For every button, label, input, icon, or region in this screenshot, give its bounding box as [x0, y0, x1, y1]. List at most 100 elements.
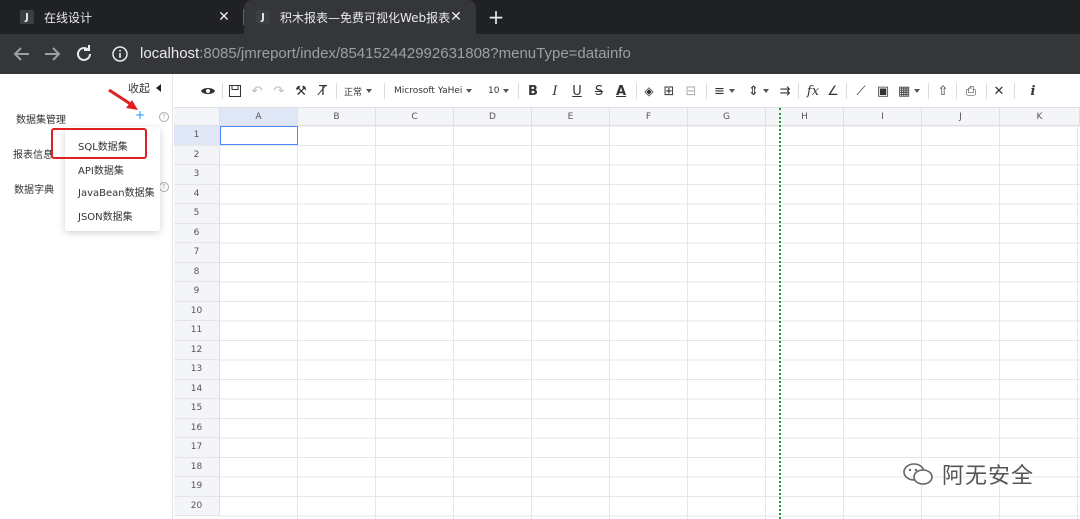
eye-icon[interactable] [200, 82, 216, 100]
menu-item-javabean-dataset[interactable]: JavaBean数据集 [78, 184, 155, 199]
row-header[interactable]: 7 [174, 243, 220, 263]
column-header[interactable]: C [376, 108, 454, 126]
back-arrow-icon[interactable] [10, 42, 34, 66]
row-header[interactable]: 15 [174, 399, 220, 419]
column-header[interactable]: E [532, 108, 610, 126]
merge-icon[interactable]: ⊟ [684, 82, 698, 100]
browser-nav-bar: localhost:8085/jmreport/index/8541524429… [0, 34, 1080, 74]
sidebar-item-dataset-management[interactable]: 数据集管理 [16, 111, 66, 126]
align-select[interactable]: ≡ [714, 82, 735, 100]
column-header[interactable]: J [922, 108, 1000, 126]
toolbar-divider [336, 83, 337, 99]
upload-icon[interactable]: ⇧ [936, 82, 950, 100]
redo-icon[interactable]: ↷ [272, 82, 286, 100]
row-header[interactable]: 2 [174, 145, 220, 165]
favicon-icon: J [256, 10, 270, 24]
browser-tab-bar: J 在线设计 ✕ J 积木报表—免费可视化Web报表 ✕ + [0, 0, 1080, 34]
close-tab-icon[interactable]: ✕ [448, 9, 464, 25]
formula-icon[interactable]: fx [806, 82, 820, 100]
row-header[interactable]: 14 [174, 379, 220, 399]
close-tab-icon[interactable]: ✕ [216, 9, 232, 25]
row-header[interactable]: 16 [174, 418, 220, 438]
info-icon[interactable]: i [1026, 82, 1040, 100]
border-icon[interactable]: ⊞ [662, 82, 676, 100]
toolbar-divider [956, 83, 957, 99]
column-header[interactable]: I [844, 108, 922, 126]
column-header[interactable]: B [298, 108, 376, 126]
help-icon[interactable]: ? [159, 112, 169, 122]
font-family-value: Microsoft YaHei [394, 86, 463, 96]
menu-item-api-dataset[interactable]: API数据集 [78, 162, 124, 177]
qrcode-select[interactable]: ▦ [898, 82, 921, 100]
selected-cell[interactable] [220, 126, 298, 145]
fill-color-icon[interactable]: ◈ [642, 82, 656, 100]
chevron-down-icon [728, 89, 735, 93]
row-header[interactable]: 12 [174, 340, 220, 360]
red-arrow-icon [108, 88, 138, 110]
paint-format-icon[interactable]: ⚒ [294, 82, 308, 100]
row-header[interactable]: 11 [174, 321, 220, 341]
site-info-icon[interactable] [112, 46, 128, 62]
tab-title: 在线设计 [44, 10, 93, 25]
column-header[interactable]: A [220, 108, 298, 126]
row-header[interactable]: 17 [174, 438, 220, 458]
row-header[interactable]: 8 [174, 262, 220, 282]
row-header[interactable]: 20 [174, 496, 220, 516]
format-select[interactable]: 正常 [344, 82, 373, 100]
row-header[interactable]: 13 [174, 360, 220, 380]
row-header[interactable]: 3 [174, 165, 220, 185]
font-size-select[interactable]: 10 [488, 82, 510, 100]
toolbar-divider [518, 83, 519, 99]
new-tab-icon[interactable]: + [484, 5, 508, 29]
chart-icon[interactable]: ⟋ [854, 82, 868, 100]
save-icon[interactable] [228, 82, 242, 100]
font-family-select[interactable]: Microsoft YaHei [394, 82, 473, 100]
toolbar-divider [798, 83, 799, 99]
favicon-icon: J [20, 10, 34, 24]
bold-icon[interactable]: B [526, 82, 540, 100]
undo-icon[interactable]: ↶ [250, 82, 264, 100]
forward-arrow-icon[interactable] [40, 42, 64, 66]
row-header[interactable]: 4 [174, 184, 220, 204]
toolbar-divider [706, 83, 707, 99]
row-header[interactable]: 19 [174, 477, 220, 497]
address-bar[interactable]: localhost:8085/jmreport/index/8541524429… [140, 45, 631, 62]
font-color-icon[interactable]: A [614, 82, 628, 100]
row-header[interactable]: 10 [174, 301, 220, 321]
strike-icon[interactable]: S [592, 82, 606, 100]
print-icon[interactable]: ⎙ [964, 82, 978, 100]
underline-icon[interactable]: U [570, 82, 584, 100]
menu-item-json-dataset[interactable]: JSON数据集 [78, 208, 133, 223]
sum-icon[interactable]: ∠ [826, 82, 840, 100]
wrap-icon[interactable]: ⇉ [778, 82, 792, 100]
toolbar-divider [636, 83, 637, 99]
column-header[interactable]: G [688, 108, 766, 126]
column-header[interactable]: D [454, 108, 532, 126]
help-icon[interactable]: ? [159, 182, 169, 192]
sidebar-item-data-dictionary[interactable]: 数据字典 [14, 181, 54, 196]
url-host: localhost [140, 45, 200, 62]
page-break-line [779, 108, 781, 519]
column-header[interactable]: K [1000, 108, 1080, 126]
close-icon[interactable]: ✕ [992, 82, 1006, 100]
sidebar-item-report-info[interactable]: 报表信息 [13, 146, 53, 161]
valign-select[interactable]: ⇕ [748, 82, 769, 100]
image-icon[interactable]: ▣ [876, 82, 890, 100]
browser-tab-report[interactable]: J 积木报表—免费可视化Web报表 ✕ [244, 0, 476, 34]
grid-corner[interactable] [174, 108, 220, 126]
row-header[interactable]: 9 [174, 282, 220, 302]
browser-tab-design[interactable]: J 在线设计 ✕ [0, 0, 244, 34]
row-header[interactable]: 18 [174, 457, 220, 477]
clear-format-icon[interactable]: T̸ [316, 82, 330, 100]
watermark-text: 阿无安全 [942, 464, 1035, 489]
column-header[interactable]: H [766, 108, 844, 126]
caret-left-icon [156, 84, 161, 92]
toolbar-divider [1014, 83, 1015, 99]
italic-icon[interactable]: I [548, 82, 562, 100]
row-header[interactable]: 1 [174, 126, 220, 146]
toolbar-divider [928, 83, 929, 99]
reload-icon[interactable] [72, 42, 96, 66]
row-header[interactable]: 6 [174, 223, 220, 243]
column-header[interactable]: F [610, 108, 688, 126]
row-header[interactable]: 5 [174, 204, 220, 224]
